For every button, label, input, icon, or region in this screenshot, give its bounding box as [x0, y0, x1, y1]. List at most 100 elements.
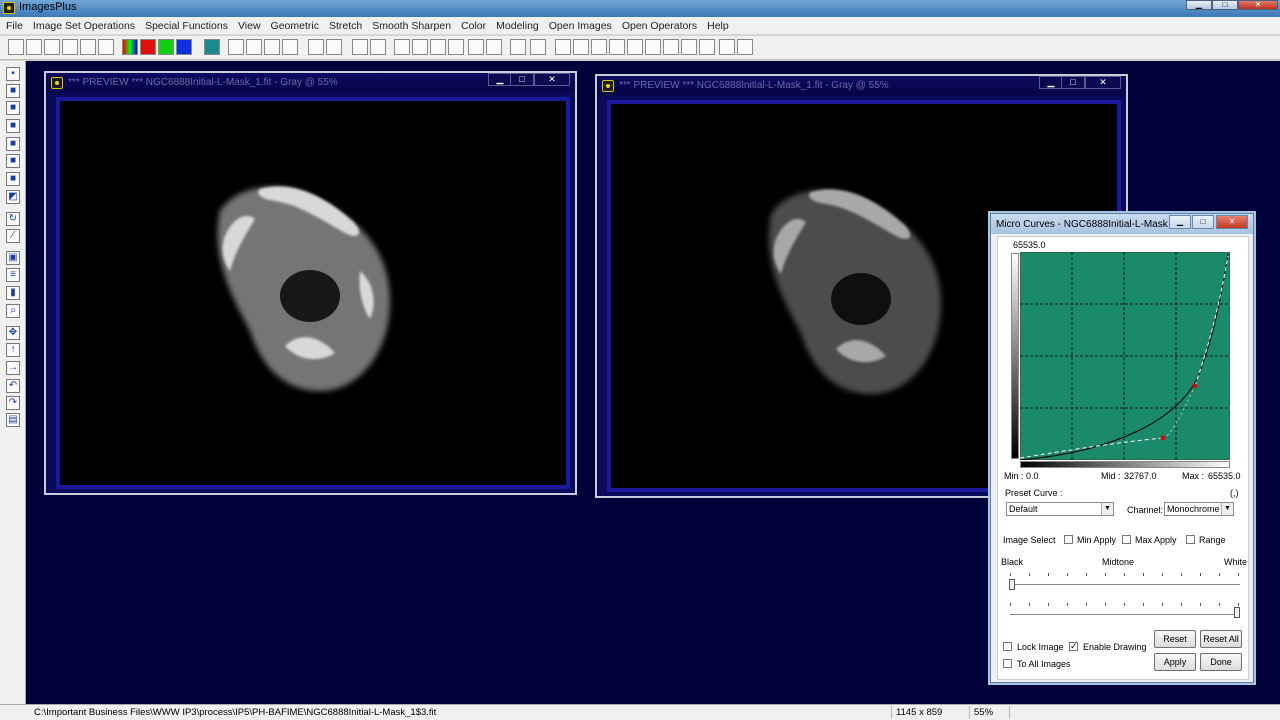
- rect3-icon[interactable]: [699, 39, 715, 55]
- range-checkbox[interactable]: [1186, 535, 1195, 544]
- target-box-icon[interactable]: ▣: [6, 251, 20, 265]
- add-red-icon[interactable]: [627, 39, 643, 55]
- minimize-window-button[interactable]: ▁: [488, 73, 512, 86]
- pencil-slash-icon[interactable]: ⁄: [6, 229, 20, 243]
- menu-open-operators[interactable]: Open Operators: [622, 20, 697, 32]
- copy-icon[interactable]: [98, 39, 114, 55]
- min-apply-checkbox[interactable]: [1064, 535, 1073, 544]
- circle-red-icon[interactable]: [326, 39, 342, 55]
- minimize-window-button[interactable]: ▁: [1039, 76, 1063, 89]
- rect1-icon[interactable]: [663, 39, 679, 55]
- blue-black-icon[interactable]: ■: [6, 137, 20, 151]
- black-point-slider[interactable]: [1009, 579, 1015, 590]
- maximize-window-button[interactable]: □: [510, 73, 534, 86]
- chevron-down-icon[interactable]: ▼: [1221, 503, 1233, 515]
- table-icon[interactable]: [530, 39, 546, 55]
- move-cross-icon[interactable]: ✥: [6, 326, 20, 340]
- dots-icon[interactable]: [352, 39, 368, 55]
- dialog-maximize-button[interactable]: □: [1192, 215, 1214, 229]
- slider-2-track[interactable]: [1010, 614, 1240, 615]
- menu-view[interactable]: View: [238, 20, 261, 32]
- zoom-fit-icon[interactable]: [591, 39, 607, 55]
- reset-all-button[interactable]: Reset All: [1200, 630, 1242, 648]
- refresh-gray-icon[interactable]: ↻: [6, 212, 20, 226]
- menu-help[interactable]: Help: [707, 20, 729, 32]
- close-green-x-icon[interactable]: [80, 39, 96, 55]
- micro-curves-dialog[interactable]: Micro Curves - NGC6888Initial-L-Mask... …: [990, 213, 1254, 683]
- dialog-minimize-button[interactable]: ▁: [1169, 215, 1191, 229]
- minimize-app-button[interactable]: ▁: [1186, 0, 1212, 10]
- rotate-down-icon[interactable]: ↷: [6, 396, 20, 410]
- red-black-icon[interactable]: ■: [6, 101, 20, 115]
- save-icon[interactable]: [44, 39, 60, 55]
- minus-red-icon[interactable]: [645, 39, 661, 55]
- zoom-in-icon[interactable]: [555, 39, 571, 55]
- arrow-right-icon[interactable]: →: [6, 361, 20, 375]
- max-apply-checkbox[interactable]: [1122, 535, 1131, 544]
- image-canvas-1[interactable]: [56, 97, 570, 489]
- bars-icon[interactable]: ≡: [6, 268, 20, 282]
- black-square-icon[interactable]: ■: [6, 84, 20, 98]
- curve-graph[interactable]: [1020, 252, 1230, 460]
- triangle-blue-icon[interactable]: [394, 39, 410, 55]
- menu-special-functions[interactable]: Special Functions: [145, 20, 228, 32]
- crosshair-icon[interactable]: [448, 39, 464, 55]
- black-bar-icon[interactable]: ▮: [6, 286, 20, 300]
- lock-image-checkbox[interactable]: [1003, 642, 1012, 651]
- chevron-down-icon[interactable]: ▼: [1101, 503, 1113, 515]
- reset-button[interactable]: Reset: [1154, 630, 1196, 648]
- menu-modeling[interactable]: Modeling: [496, 20, 539, 32]
- menu-file[interactable]: File: [6, 20, 23, 32]
- menu-open-images[interactable]: Open Images: [549, 20, 612, 32]
- green-black-icon[interactable]: ■: [6, 119, 20, 133]
- pencil-icon[interactable]: [510, 39, 526, 55]
- menu-smooth-sharpen[interactable]: Smooth Sharpen: [372, 20, 451, 32]
- color-bars-icon[interactable]: [122, 39, 138, 55]
- channel-select[interactable]: Monochrome ▼: [1164, 502, 1234, 516]
- maximize-window-button[interactable]: □: [1061, 76, 1085, 89]
- rotate-left-icon[interactable]: ↶: [6, 379, 20, 393]
- coordinate-icon[interactable]: [370, 39, 386, 55]
- close-red-x-icon[interactable]: [62, 39, 78, 55]
- grid-icon[interactable]: [204, 39, 220, 55]
- apply-button[interactable]: Apply: [1154, 653, 1196, 671]
- undo-red-icon[interactable]: [264, 39, 280, 55]
- open-folder-icon[interactable]: [26, 39, 42, 55]
- paint-icon[interactable]: [486, 39, 502, 55]
- close-window-button[interactable]: ✕: [534, 73, 570, 86]
- to-all-images-checkbox[interactable]: [1003, 659, 1012, 668]
- slider-1-track[interactable]: [1010, 584, 1240, 585]
- green-channel-icon[interactable]: [158, 39, 174, 55]
- dialog-close-button[interactable]: ✕: [1216, 215, 1248, 229]
- zoom-actual-icon[interactable]: [609, 39, 625, 55]
- menu-color[interactable]: Color: [461, 20, 486, 32]
- image-window-1[interactable]: *** PREVIEW *** NGC6888Initial-L-Mask_1.…: [44, 71, 577, 495]
- menu-image-set-operations[interactable]: Image Set Operations: [33, 20, 135, 32]
- square-small-icon[interactable]: [719, 39, 735, 55]
- maximize-app-button[interactable]: □: [1212, 0, 1238, 10]
- enable-drawing-checkbox[interactable]: ✓: [1069, 642, 1078, 651]
- close-window-button[interactable]: ✕: [1085, 76, 1121, 89]
- corner-axis-icon[interactable]: [412, 39, 428, 55]
- redo-icon[interactable]: [246, 39, 262, 55]
- white-point-slider[interactable]: [1234, 607, 1240, 618]
- menu-stretch[interactable]: Stretch: [329, 20, 362, 32]
- preset-curve-select[interactable]: Default ▼: [1006, 502, 1114, 516]
- circle-target-icon[interactable]: [308, 39, 324, 55]
- save-small-icon[interactable]: ▪: [6, 67, 20, 81]
- blue-channel-icon[interactable]: [176, 39, 192, 55]
- zoom-red-icon[interactable]: ⌕: [6, 304, 20, 318]
- redo-red-icon[interactable]: [282, 39, 298, 55]
- done-button[interactable]: Done: [1200, 653, 1242, 671]
- cyan-black-icon[interactable]: ■: [6, 172, 20, 186]
- close-app-button[interactable]: ✕: [1238, 0, 1278, 10]
- image-window-2-header[interactable]: *** PREVIEW *** NGC6888Initial-L-Mask_1.…: [597, 76, 1126, 96]
- page-icon[interactable]: ▤: [6, 413, 20, 427]
- black-white-icon[interactable]: ◩: [6, 190, 20, 204]
- zoom-out-icon[interactable]: [573, 39, 589, 55]
- menu-geometric[interactable]: Geometric: [271, 20, 319, 32]
- rect2-icon[interactable]: [681, 39, 697, 55]
- dialog-header[interactable]: Micro Curves - NGC6888Initial-L-Mask... …: [991, 214, 1253, 234]
- blue2-black-icon[interactable]: ■: [6, 154, 20, 168]
- undo-icon[interactable]: [228, 39, 244, 55]
